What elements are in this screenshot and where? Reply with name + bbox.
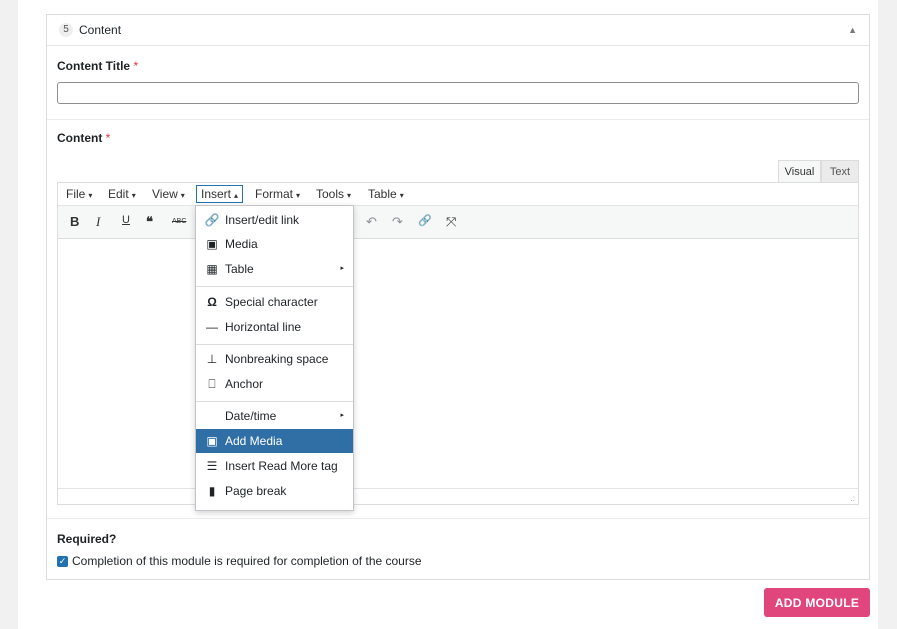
menu-table[interactable]: Table ▾ [368,187,404,201]
link-button[interactable]: 🔗 [418,214,432,227]
menu-label: Format [255,187,294,201]
chevron-down-icon: ▾ [131,191,136,200]
menu-item-page-break[interactable]: ▮ Page break [196,479,353,503]
resize-handle-icon[interactable]: .: [851,494,855,503]
content-title-input[interactable] [57,82,859,104]
menu-view[interactable]: View ▾ [152,187,185,201]
panel-header[interactable]: 5 Content ▲ [47,15,869,46]
underline-button[interactable]: U [122,214,130,226]
menu-item-media[interactable]: ▣ Media [196,232,353,256]
menu-item-date-time[interactable]: Date/time ▸ [196,404,353,428]
bold-button[interactable]: B [70,214,79,229]
menu-item-table[interactable]: ▦ Table ▸ [196,257,353,281]
menu-item-label: Media [225,237,258,251]
menu-item-horizontal-line[interactable]: — Horizontal line [196,315,353,339]
menu-label: Table [368,187,397,201]
menu-item-label: Insert Read More tag [225,459,338,473]
redo-button[interactable]: ↷ [392,214,403,230]
menu-label: File [66,187,86,201]
required-checkbox-label[interactable]: Completion of this module is required fo… [72,554,422,568]
collapse-toggle-icon[interactable]: ▲ [848,25,857,35]
read-more-icon: ☰ [206,459,218,473]
menu-item-label: Horizontal line [225,320,302,334]
menu-item-insert-edit-link[interactable]: 🔗 Insert/edit link [196,208,353,232]
menu-divider [196,344,353,345]
content-module-panel: 5 Content ▲ Content Title * Content * Vi… [46,14,870,580]
menu-label: View [152,187,178,201]
menu-label: Edit [108,187,129,201]
nonbreaking-space-icon: ⊥ [206,352,218,366]
blockquote-button[interactable]: ❝ [146,214,153,230]
tab-text[interactable]: Text [821,160,859,182]
page-break-icon: ▮ [208,484,216,498]
editor-body[interactable] [58,239,858,489]
menu-label: Insert [201,187,232,201]
menu-insert[interactable]: Insert ▴ [196,185,244,203]
menu-tools[interactable]: Tools ▾ [316,187,351,201]
rich-text-editor: File ▾ Edit ▾ View ▾ Insert ▴ Format ▾ Tools ▾… [57,182,859,505]
content-title-label: Content Title * [57,59,138,73]
editor-toolbar: B I U ❝ ABC ↶ ↷ 🔗 ⤧ [58,205,858,239]
italic-button[interactable]: I [96,214,100,230]
required-checkbox[interactable]: ✓ [57,556,68,567]
menu-item-label: Add Media [225,434,283,448]
menu-item-label: Date/time [225,409,277,423]
link-icon: 🔗 [204,213,220,227]
menu-item-insert-read-more[interactable]: ☰ Insert Read More tag [196,454,353,478]
menu-format[interactable]: Format ▾ [255,187,300,201]
menu-edit[interactable]: Edit ▾ [108,187,136,201]
content-label-text: Content [57,131,103,145]
menu-divider [196,286,353,287]
menu-item-label: Page break [225,484,287,498]
panel-title: Content [79,23,122,37]
menu-item-nonbreaking-space[interactable]: ⊥ Nonbreaking space [196,347,353,371]
horizontal-line-icon: — [206,320,218,334]
insert-dropdown-menu: 🔗 Insert/edit link ▣ Media ▦ Table ▸ Ω S… [195,205,354,511]
menu-item-anchor[interactable]: ⎕ Anchor [196,372,353,396]
divider [47,119,869,120]
chevron-down-icon: ▾ [399,191,404,200]
chevron-down-icon: ▾ [347,191,352,200]
undo-button[interactable]: ↶ [366,214,377,230]
menu-item-label: Anchor [225,377,264,391]
add-media-icon: ▣ [206,434,218,448]
submenu-arrow-icon: ▸ [340,412,344,419]
menu-divider [196,401,353,402]
right-gutter [878,0,897,629]
editor-menubar: File ▾ Edit ▾ View ▾ Insert ▴ Format ▾ Tools ▾… [58,183,858,205]
menu-label: Tools [316,187,345,201]
divider [47,518,869,519]
menu-item-label: Nonbreaking space [225,352,329,366]
step-number: 5 [59,23,73,37]
menu-item-label: Special character [225,295,318,309]
fullscreen-button[interactable]: ⤧ [446,214,456,230]
chevron-down-icon: ▾ [296,191,301,200]
chevron-up-icon: ▴ [234,191,239,200]
required-asterisk: * [133,59,139,73]
required-asterisk: * [105,131,111,145]
media-icon: ▣ [206,237,218,251]
omega-icon: Ω [207,295,217,309]
editor-statusbar: .: [58,488,858,504]
left-gutter [0,0,8,629]
chevron-down-icon: ▾ [88,191,93,200]
bookmark-icon: ⎕ [208,377,216,391]
add-module-button[interactable]: ADD MODULE [764,588,870,617]
tab-visual[interactable]: Visual [778,160,821,182]
menu-item-add-media[interactable]: ▣ Add Media [196,429,353,453]
chevron-down-icon: ▾ [180,191,185,200]
menu-item-special-character[interactable]: Ω Special character [196,290,353,314]
content-title-label-text: Content Title [57,59,131,73]
submenu-arrow-icon: ▸ [340,265,344,272]
menu-item-label: Table [225,262,254,276]
menu-item-label: Insert/edit link [225,213,300,227]
strikethrough-button[interactable]: ABC [172,218,186,225]
content-label: Content * [57,131,110,145]
required-heading: Required? [57,532,117,546]
table-icon: ▦ [206,262,218,276]
menu-file[interactable]: File ▾ [66,187,92,201]
